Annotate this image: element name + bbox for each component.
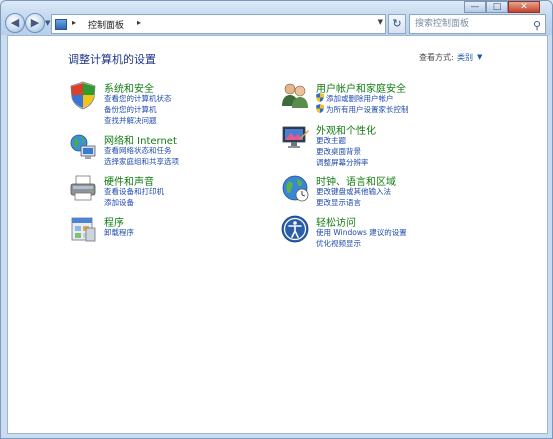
- maximize-button[interactable]: □: [486, 1, 508, 13]
- users-icon: [282, 83, 308, 108]
- view-by-dropdown-icon[interactable]: ▼: [477, 53, 482, 61]
- category-system-security: 系统和安全 查看您的计算机状态 备份您的计算机 查找并解决问题: [68, 80, 268, 130]
- shield-icon: [70, 81, 96, 110]
- title-bar: — □ ✕ ◀ ▶ ▼ ▸ 控制面板 ▸ ▼ ↻ 搜索控制面板 ⚲: [1, 1, 552, 35]
- view-by-dropdown[interactable]: 类别: [457, 52, 473, 63]
- category-network-internet: 网络和 Internet 查看网络状态和任务 选择家庭组和共享选项: [68, 132, 268, 172]
- search-icon[interactable]: ⚲: [533, 17, 541, 35]
- address-bar[interactable]: ▸ 控制面板 ▸ ▼: [51, 14, 386, 34]
- uac-shield-icon: [316, 104, 324, 113]
- page-title: 调整计算机的设置: [68, 53, 156, 66]
- link-optimize-display[interactable]: 优化视频显示: [316, 238, 361, 249]
- printer-icon: [70, 175, 96, 201]
- link-change-theme[interactable]: 更改主题: [316, 135, 346, 146]
- category-programs: 程序 卸载程序: [68, 214, 268, 248]
- refresh-icon: ↻: [392, 17, 402, 30]
- link-network-status[interactable]: 查看网络状态和任务: [104, 145, 172, 156]
- link-devices-printers[interactable]: 查看设备和打印机: [104, 186, 164, 197]
- link-add-device[interactable]: 添加设备: [104, 197, 134, 208]
- link-screen-resolution[interactable]: 调整屏幕分辨率: [316, 157, 369, 168]
- control-panel-window: — □ ✕ ◀ ▶ ▼ ▸ 控制面板 ▸ ▼ ↻ 搜索控制面板 ⚲ 调整计算机的…: [0, 0, 553, 439]
- control-panel-icon: [55, 19, 67, 30]
- content-pane: 调整计算机的设置 查看方式: 类别 ▼ 系统和安全 查看您的计算机状态 备份您的…: [7, 35, 548, 434]
- address-dropdown-icon[interactable]: ▼: [378, 18, 383, 26]
- minimize-button[interactable]: —: [464, 1, 486, 13]
- breadcrumb-chevron-icon[interactable]: ▸: [72, 18, 76, 27]
- search-placeholder: 搜索控制面板: [415, 19, 470, 29]
- close-button[interactable]: ✕: [508, 1, 540, 13]
- back-button[interactable]: ◀: [5, 13, 25, 33]
- link-change-background[interactable]: 更改桌面背景: [316, 146, 361, 157]
- category-clock-language: 时钟、语言和区域 更改键盘或其他输入法 更改显示语言: [280, 173, 510, 213]
- category-hardware-sound: 硬件和声音 查看设备和打印机 添加设备: [68, 173, 268, 213]
- forward-button[interactable]: ▶: [25, 13, 45, 33]
- category-ease-of-access: 轻松访问 使用 Windows 建议的设置 优化视频显示: [280, 214, 510, 254]
- network-globe-icon: [70, 134, 96, 159]
- clock-globe-icon: [282, 175, 309, 202]
- programs-icon: [71, 217, 96, 242]
- uac-shield-icon: [316, 93, 324, 102]
- category-appearance: 外观和个性化 更改主题 更改桌面背景 调整屏幕分辨率: [280, 122, 510, 170]
- link-change-keyboard[interactable]: 更改键盘或其他输入法: [316, 186, 391, 197]
- link-backup-computer[interactable]: 备份您的计算机: [104, 104, 157, 115]
- refresh-button[interactable]: ↻: [388, 14, 406, 34]
- category-user-accounts: 用户帐户和家庭安全 添加或删除用户帐户 为所有用户设置家长控制: [280, 80, 510, 120]
- link-homegroup-sharing[interactable]: 选择家庭组和共享选项: [104, 156, 179, 167]
- ease-of-access-icon: [281, 215, 309, 243]
- link-uninstall-program[interactable]: 卸载程序: [104, 227, 134, 238]
- link-add-remove-accounts[interactable]: 添加或删除用户帐户: [326, 93, 394, 104]
- link-recommended-settings[interactable]: 使用 Windows 建议的设置: [316, 227, 407, 238]
- appearance-monitor-icon: [282, 126, 309, 148]
- search-input[interactable]: 搜索控制面板 ⚲: [409, 14, 546, 34]
- breadcrumb-chevron-icon[interactable]: ▸: [137, 18, 141, 27]
- link-view-computer-status[interactable]: 查看您的计算机状态: [104, 93, 172, 104]
- breadcrumb-control-panel[interactable]: 控制面板: [88, 18, 124, 31]
- link-change-display-language[interactable]: 更改显示语言: [316, 197, 361, 208]
- forward-arrow-icon: ▶: [30, 16, 40, 29]
- link-troubleshoot[interactable]: 查找并解决问题: [104, 115, 157, 126]
- recent-pages-dropdown[interactable]: ▼: [45, 19, 50, 27]
- view-by-label: 查看方式:: [419, 53, 454, 62]
- back-arrow-icon: ◀: [10, 16, 20, 29]
- link-parental-controls[interactable]: 为所有用户设置家长控制: [326, 104, 409, 115]
